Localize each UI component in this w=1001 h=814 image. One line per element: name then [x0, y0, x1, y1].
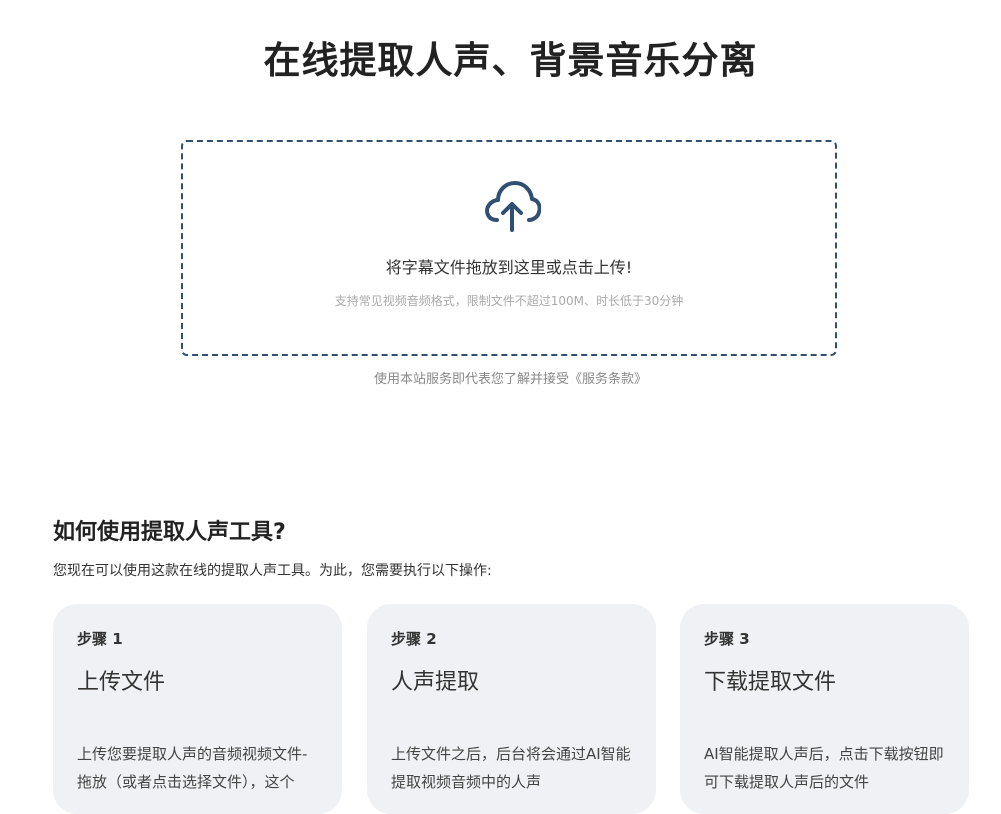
- step-title: 下载提取文件: [704, 670, 837, 695]
- step-label: 步骤 2: [391, 630, 437, 648]
- upload-dropzone[interactable]: 将字幕文件拖放到这里或点击上传! 支持常见视频音频格式，限制文件不超过100M、…: [181, 140, 837, 356]
- step-label: 步骤 1: [77, 630, 123, 648]
- step-card-3: 步骤 3 下载提取文件 AI智能提取人声后，点击下载按钮即可下载提取人声后的文件: [680, 604, 969, 814]
- upload-instruction: 将字幕文件拖放到这里或点击上传!: [385, 258, 633, 277]
- step-body: 上传您要提取人声的音频视频文件-拖放（或者点击选择文件），这个: [77, 745, 308, 791]
- howto-description: 您现在可以使用这款在线的提取人声工具。为此，您需要执行以下操作:: [53, 563, 492, 579]
- cloud-upload-icon: [485, 181, 541, 232]
- howto-title: 如何使用提取人声工具?: [53, 520, 286, 545]
- step-label: 步骤 3: [704, 630, 750, 648]
- terms-notice: 使用本站服务即代表您了解并接受《服务条款》: [0, 368, 1001, 387]
- step-title: 人声提取: [391, 670, 480, 695]
- step-body: AI智能提取人声后，点击下载按钮即可下载提取人声后的文件: [704, 745, 944, 791]
- step-title: 上传文件: [77, 670, 166, 695]
- step-card-2: 步骤 2 人声提取 上传文件之后，后台将会通过AI智能提取视频音频中的人声: [367, 604, 656, 814]
- step-card-1: 步骤 1 上传文件 上传您要提取人声的音频视频文件-拖放（或者点击选择文件），这…: [53, 604, 342, 814]
- page-title: 在线提取人声、背景音乐分离: [263, 39, 758, 82]
- upload-hint: 支持常见视频音频格式，限制文件不超过100M、时长低于30分钟: [334, 294, 684, 308]
- terms-prefix: 使用本站服务即代表您了解并接受: [373, 372, 569, 387]
- terms-link[interactable]: 《服务条款》: [569, 372, 647, 387]
- step-body: 上传文件之后，后台将会通过AI智能提取视频音频中的人声: [391, 745, 631, 791]
